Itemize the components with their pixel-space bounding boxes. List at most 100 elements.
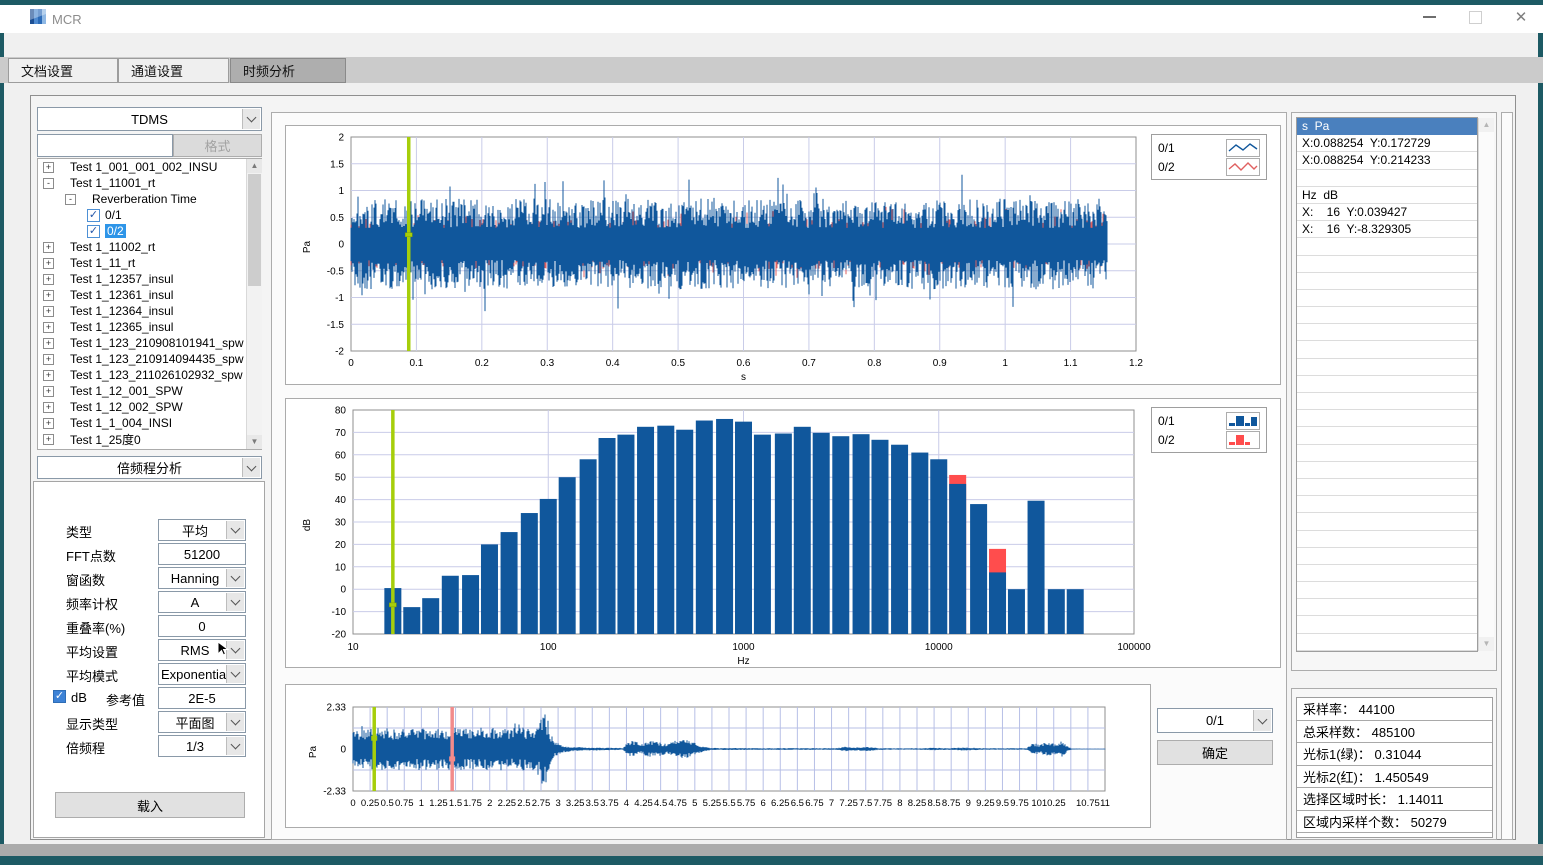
- field-select[interactable]: 平均: [158, 519, 246, 541]
- tree-item[interactable]: -Test 1_11001_rt: [38, 175, 261, 191]
- chevron-down-icon[interactable]: [226, 569, 244, 587]
- cursor-readout-list[interactable]: s PaX:0.088254 Y:0.172729X:0.088254 Y:0.…: [1296, 117, 1478, 652]
- chevron-down-icon[interactable]: [242, 109, 260, 129]
- tree-item[interactable]: +Test 1_123_211026102932_spw: [38, 367, 261, 383]
- tree-item[interactable]: +Test 1_12365_insul: [38, 319, 261, 335]
- cursor-green-handle[interactable]: [389, 603, 396, 607]
- tab-1[interactable]: 文档设置: [8, 58, 118, 83]
- spectrum-chart[interactable]: -20-100102030405060708010100100010000100…: [286, 399, 1280, 667]
- expand-icon[interactable]: +: [43, 434, 54, 445]
- chevron-down-icon[interactable]: [226, 713, 244, 731]
- readout-row[interactable]: Hz dB: [1297, 187, 1477, 204]
- readout-row[interactable]: [1297, 238, 1477, 255]
- readout-row[interactable]: [1297, 445, 1477, 462]
- scroll-up-icon[interactable]: ▲: [1479, 118, 1494, 132]
- cursor2-red-handle[interactable]: [449, 756, 455, 761]
- expand-icon[interactable]: +: [43, 370, 54, 381]
- tree-item[interactable]: +Test 1_12_001_SPW: [38, 383, 261, 399]
- readout-row[interactable]: [1297, 307, 1477, 324]
- chevron-down-icon[interactable]: [226, 521, 244, 539]
- db-checkbox-icon[interactable]: ✓: [53, 690, 66, 703]
- confirm-button[interactable]: 确定: [1157, 740, 1273, 765]
- cursor-green-handle[interactable]: [405, 233, 412, 237]
- expand-icon[interactable]: +: [43, 354, 54, 365]
- readout-row[interactable]: X:0.088254 Y:0.214233: [1297, 152, 1477, 169]
- expand-icon[interactable]: +: [43, 386, 54, 397]
- minimize-button[interactable]: [1414, 6, 1444, 28]
- readout-row[interactable]: [1297, 616, 1477, 633]
- readout-scrollbar[interactable]: ▲ ▼: [1478, 118, 1494, 651]
- chevron-down-icon[interactable]: [226, 737, 244, 755]
- readout-header-row[interactable]: s Pa: [1297, 118, 1477, 135]
- field-select[interactable]: Exponential: [158, 663, 246, 685]
- expand-icon[interactable]: +: [43, 402, 54, 413]
- checkbox-icon[interactable]: ✓: [87, 209, 100, 222]
- readout-row[interactable]: [1297, 565, 1477, 582]
- field-select[interactable]: 平面图: [158, 711, 246, 733]
- field-input[interactable]: 51200: [158, 543, 246, 565]
- tree-item[interactable]: +Test 1_25度0: [38, 431, 261, 447]
- field-select[interactable]: 1/3: [158, 735, 246, 757]
- filter-input[interactable]: [37, 134, 173, 157]
- reference-value-input[interactable]: 2E-5: [158, 687, 246, 709]
- field-select[interactable]: A: [158, 591, 246, 613]
- overview-chart[interactable]: 2.330-2.3300.250.50.7511.251.51.7522.252…: [286, 685, 1150, 827]
- checkbox-icon[interactable]: ✓: [87, 225, 100, 238]
- format-button[interactable]: 格式: [173, 134, 262, 157]
- splitter[interactable]: [1501, 112, 1513, 840]
- close-button[interactable]: ✕: [1506, 6, 1536, 28]
- expand-icon[interactable]: +: [43, 418, 54, 429]
- field-input[interactable]: 0: [158, 615, 246, 637]
- tree-item[interactable]: +Test 1_12364_insul: [38, 303, 261, 319]
- expand-icon[interactable]: +: [43, 290, 54, 301]
- load-button[interactable]: 载入: [55, 792, 245, 818]
- readout-row[interactable]: [1297, 170, 1477, 187]
- readout-row[interactable]: [1297, 513, 1477, 530]
- readout-row[interactable]: [1297, 599, 1477, 616]
- readout-row[interactable]: [1297, 273, 1477, 290]
- tree-item[interactable]: +Test 1_11_rt: [38, 255, 261, 271]
- tab-2[interactable]: 通道设置: [118, 58, 229, 83]
- maximize-button[interactable]: [1460, 6, 1490, 28]
- readout-row[interactable]: X: 16 Y:0.039427: [1297, 204, 1477, 221]
- tree-item[interactable]: +Test 1_1_004_INSI: [38, 415, 261, 431]
- readout-row[interactable]: [1297, 324, 1477, 341]
- file-format-select[interactable]: TDMS: [37, 107, 262, 131]
- readout-row[interactable]: [1297, 479, 1477, 496]
- readout-row[interactable]: [1297, 531, 1477, 548]
- readout-row[interactable]: [1297, 359, 1477, 376]
- readout-row[interactable]: [1297, 256, 1477, 273]
- tree-scrollbar-thumb[interactable]: [248, 174, 261, 286]
- collapse-icon[interactable]: -: [65, 194, 76, 205]
- tree-item[interactable]: -Reverberation Time: [38, 191, 261, 207]
- expand-icon[interactable]: +: [43, 242, 54, 253]
- readout-row[interactable]: [1297, 462, 1477, 479]
- readout-row[interactable]: [1297, 582, 1477, 599]
- expand-icon[interactable]: +: [43, 322, 54, 333]
- readout-row[interactable]: X: 16 Y:-8.329305: [1297, 221, 1477, 238]
- field-select[interactable]: RMS: [158, 639, 246, 661]
- tree-item[interactable]: +Test 1_12_002_SPW: [38, 399, 261, 415]
- chevron-down-icon[interactable]: [226, 593, 244, 611]
- tree-item[interactable]: ✓0/2: [38, 223, 261, 239]
- tree-item[interactable]: +Test 1_001_001_002_INSU: [38, 159, 261, 175]
- readout-row[interactable]: [1297, 341, 1477, 358]
- expand-icon[interactable]: +: [43, 306, 54, 317]
- expand-icon[interactable]: +: [43, 274, 54, 285]
- scroll-down-icon[interactable]: ▼: [247, 435, 262, 449]
- readout-row[interactable]: [1297, 290, 1477, 307]
- chevron-down-icon[interactable]: [226, 665, 244, 683]
- tree-item[interactable]: +Test 1_12361_insul: [38, 287, 261, 303]
- cursor1-green-handle[interactable]: [371, 736, 377, 741]
- expand-icon[interactable]: +: [43, 338, 54, 349]
- time-waveform-chart[interactable]: -2-1.5-1-0.500.511.5200.10.20.30.40.50.6…: [286, 126, 1280, 384]
- analysis-type-select[interactable]: 倍频程分析: [37, 456, 262, 479]
- chevron-down-icon[interactable]: [1253, 710, 1271, 731]
- readout-row[interactable]: [1297, 634, 1477, 651]
- readout-row[interactable]: [1297, 376, 1477, 393]
- readout-row[interactable]: [1297, 496, 1477, 513]
- scroll-up-icon[interactable]: ▲: [247, 159, 262, 173]
- readout-row[interactable]: [1297, 393, 1477, 410]
- channel-select[interactable]: 0/1: [1157, 708, 1273, 733]
- tab-3[interactable]: 时频分析: [230, 58, 346, 83]
